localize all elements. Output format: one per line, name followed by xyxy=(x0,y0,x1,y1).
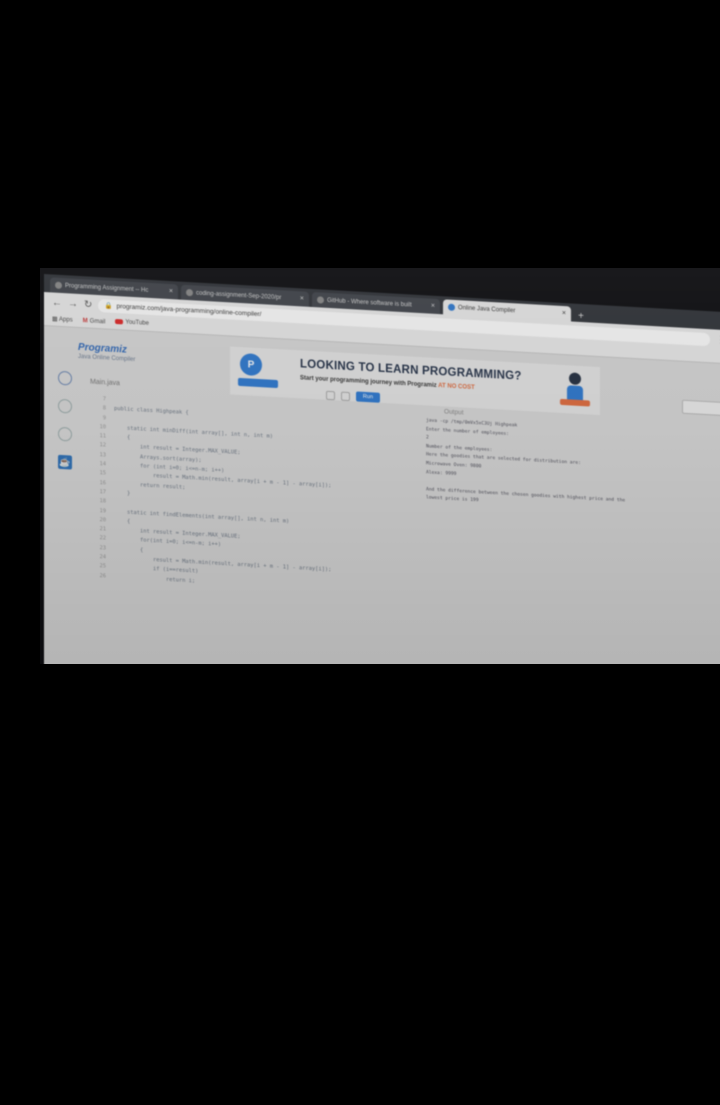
reload-icon[interactable]: ↻ xyxy=(84,299,92,310)
menu-icon[interactable]: ⋮ xyxy=(716,334,720,346)
back-icon[interactable]: ← xyxy=(52,297,62,309)
learner-illustration-icon xyxy=(560,372,590,407)
compiler-page: Programiz Java Online Compiler P LOOKING… xyxy=(44,326,720,664)
photo-dark-background-bottom xyxy=(0,664,720,1105)
tab-label: Programming Assignment -- Hc xyxy=(65,282,149,294)
youtube-icon xyxy=(115,319,124,325)
header-button[interactable] xyxy=(682,399,720,418)
apps-grid-icon: ▦ xyxy=(52,316,60,323)
browser-window: Programming Assignment -- Hc × coding-as… xyxy=(44,274,720,664)
new-tab-icon[interactable]: + xyxy=(578,311,584,322)
theme-toggle-icon[interactable] xyxy=(340,391,350,401)
file-tab-main-java[interactable]: Main.java xyxy=(90,379,120,388)
run-button[interactable]: Run xyxy=(355,391,380,403)
cpp-language-icon[interactable] xyxy=(58,426,72,442)
language-sidebar: ☕ xyxy=(52,370,82,484)
close-tab-icon[interactable]: × xyxy=(300,295,304,302)
lock-icon: 🔒 xyxy=(104,302,113,310)
brand[interactable]: Programiz Java Online Compiler xyxy=(78,342,135,363)
output-console: java -cp /tmp/0mVx5xC3Uj Highpeak Enter t… xyxy=(426,417,720,520)
c-language-icon[interactable] xyxy=(58,398,72,414)
code-editor[interactable]: 7 8 public class Highpeak {9 10 static int … xyxy=(90,395,390,598)
tab-label: coding-assignment-Sep-2020/pr xyxy=(196,289,282,301)
github-icon xyxy=(317,296,324,304)
tab-label: GitHub - Where software is built xyxy=(327,297,412,309)
python-icon[interactable] xyxy=(58,370,72,386)
bookmark-apps[interactable]: ▦ Apps xyxy=(52,315,73,323)
programiz-favicon-icon xyxy=(448,303,455,311)
url-text: programiz.com/java-programming/online-co… xyxy=(116,302,262,318)
close-tab-icon[interactable]: × xyxy=(169,288,173,295)
github-icon xyxy=(186,288,193,297)
close-tab-icon[interactable]: × xyxy=(431,303,435,310)
editor-actions: Run xyxy=(325,390,380,403)
bookmark-gmail[interactable]: M Gmail xyxy=(83,318,106,325)
programiz-badge-icon: P xyxy=(240,352,262,377)
forward-icon[interactable]: → xyxy=(68,298,78,310)
line-number: 26 xyxy=(99,572,107,580)
gmail-icon: M xyxy=(82,317,88,324)
bookmark-youtube[interactable]: YouTube xyxy=(115,319,149,327)
tab-label: Online Java Compiler xyxy=(458,304,516,314)
code-text: } xyxy=(114,489,131,497)
java-icon[interactable]: ☕ xyxy=(58,454,72,470)
fullscreen-icon[interactable] xyxy=(325,390,335,400)
output-label: Output xyxy=(444,408,464,417)
close-tab-icon[interactable]: × xyxy=(562,310,566,317)
favicon-icon xyxy=(55,281,62,290)
photo-dark-background-top xyxy=(0,0,720,268)
monitor-photo: Programming Assignment -- Hc × coding-as… xyxy=(40,268,720,664)
